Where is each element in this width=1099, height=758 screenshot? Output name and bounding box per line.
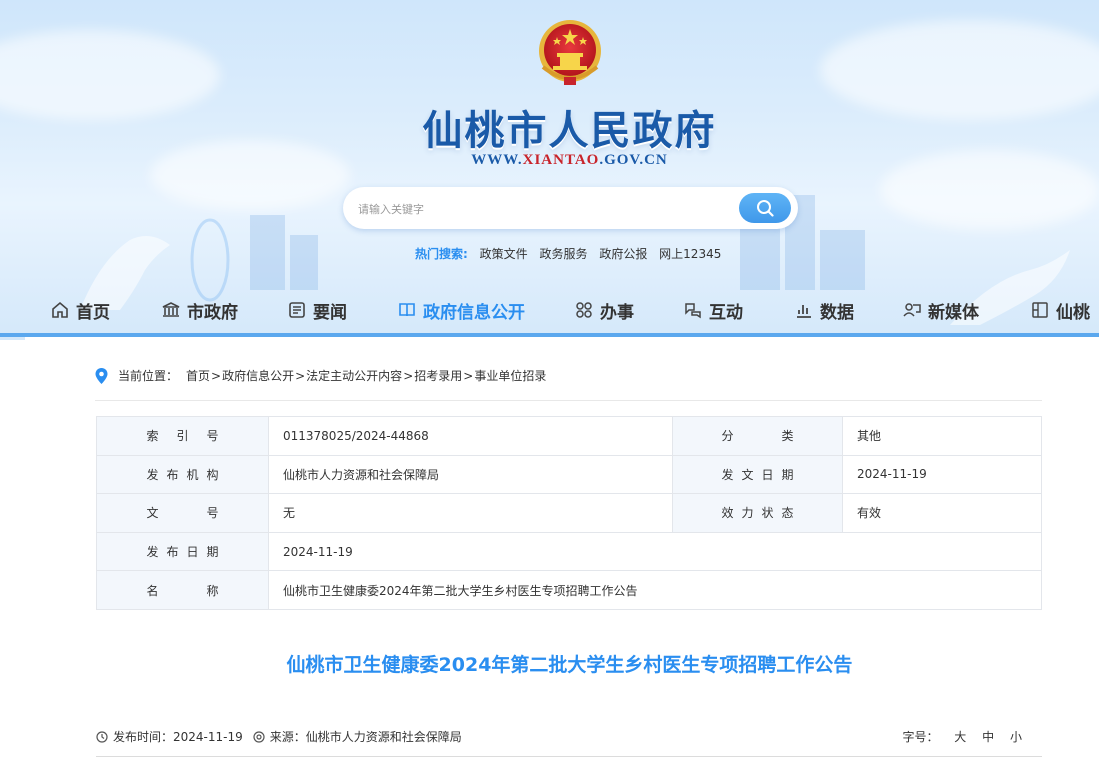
source-icon [253,730,265,743]
table-row: 索引号 011378025/2024-44868 分类 其他 [96,416,1042,456]
meta-value-name: 仙桃市卫生健康委2024年第二批大学生乡村医生专项招聘工作公告 [268,570,1042,610]
breadcrumb-link[interactable]: 事业单位招录 [474,367,546,384]
government-building-icon [162,302,180,317]
news-icon [289,302,305,318]
search-icon [757,200,774,217]
nav-item-services[interactable]: 办事 [574,292,634,328]
meta-value-pub-date: 2024-11-19 [268,531,1042,572]
meta-label-status: 效力状态 [672,493,843,533]
article-title: 仙桃市卫生健康委2024年第二批大学生乡村医生专项招聘工作公告 [286,654,853,676]
publish-time-value: 2024-11-19 [173,729,243,744]
location-pin-icon [95,367,108,384]
nav-item-label: 办事 [600,302,634,323]
breadcrumb-divider [95,400,1042,401]
decor-building [740,220,780,290]
nav-item-label: 仙桃 [1056,302,1090,323]
document-meta-table: 索引号 011378025/2024-44868 分类 其他 发布机构 仙桃市人… [96,416,1042,610]
site-url-domain: XIANTAO [522,152,600,168]
hot-search-label: 热门搜索: [415,247,468,261]
site-url-prefix: WWW. [471,152,523,168]
breadcrumb-link[interactable]: 政府信息公开 [222,367,294,384]
table-row: 文号 无 效力状态 有效 [96,493,1042,533]
meta-value-category: 其他 [842,416,1042,456]
book-icon [399,303,415,317]
nav-item-label: 数据 [820,302,854,323]
hot-search-link[interactable]: 政策文件 [480,247,528,261]
breadcrumb-separator: > [211,368,222,383]
nav-item-label: 政府信息公开 [423,302,525,323]
meta-label-name: 名称 [96,570,269,610]
article-meta-divider [96,756,1042,757]
site-url-suffix: .GOV.CN [599,152,668,168]
search-box [343,187,798,229]
source-label: 来源： [269,730,306,744]
site-url[interactable]: WWW.XIANTAO.GOV.CN [0,152,1099,169]
meta-value-index: 011378025/2024-44868 [268,416,673,456]
hot-search-link[interactable]: 政务服务 [539,247,587,261]
breadcrumb-link[interactable]: 首页 [186,367,210,384]
national-emblem-icon [539,20,601,85]
nav-item-label: 首页 [76,302,110,323]
breadcrumb-separator: > [463,368,474,383]
meta-label-doc-no: 文号 [96,493,269,533]
breadcrumb-prefix: 当前位置： [118,369,179,383]
meta-label-pub-date: 发布日期 [96,531,269,572]
breadcrumb: 当前位置： 首页 > 政府信息公开 > 法定主动公开内容 > 招考录用 > 事业单位招录 [95,367,546,384]
search-input[interactable] [358,196,728,222]
media-icon [903,303,921,317]
table-row: 名称 仙桃市卫生健康委2024年第二批大学生乡村医生专项招聘工作公告 [96,570,1042,610]
nav-item-government[interactable]: 市政府 [161,292,238,328]
nav-item-news[interactable]: 要闻 [287,292,347,328]
table-row: 发布机构 仙桃市人力资源和社会保障局 发文日期 2024-11-19 [96,454,1042,495]
nav-item-data[interactable]: 数据 [794,292,854,328]
breadcrumb-link[interactable]: 招考录用 [414,367,462,384]
chart-icon [797,305,811,318]
nav-item-interaction[interactable]: 互动 [683,292,743,328]
meta-label-category: 分类 [672,416,843,456]
hot-search-link[interactable]: 政府公报 [599,247,647,261]
site-header: 仙桃市人民政府 WWW.XIANTAO.GOV.CN 热门搜索: 政策文件 政务… [0,0,1099,340]
font-size-small-button[interactable]: 小 [1010,730,1022,744]
search-button[interactable] [739,193,791,223]
nav-item-home[interactable]: 首页 [50,292,110,328]
meta-value-status: 有效 [842,493,1042,533]
decor-building [820,230,865,290]
site-title: 仙桃市人民政府 [422,107,717,154]
font-size-label: 字号： [902,730,939,744]
article-meta: 发布时间： 2024-11-19 来源： 仙桃市人力资源和社会保障局 字号： 大… [96,728,1042,748]
publish-time-label: 发布时间： [113,730,174,744]
services-icon [576,302,592,318]
hot-search: 热门搜索: 政策文件 政务服务 政府公报 网上12345 [415,245,721,262]
city-icon [1032,302,1048,318]
decor-building [290,235,318,290]
nav-item-new-media[interactable]: 新媒体 [902,292,979,328]
nav-item-gov-info[interactable]: 政府信息公开 [397,292,525,328]
clock-icon [96,730,108,743]
nav-item-label: 市政府 [187,302,238,323]
font-size-switcher: 字号： 大 中 小 [902,728,1022,745]
interaction-icon [685,303,701,319]
nav-item-label: 新媒体 [928,302,979,323]
home-icon [52,301,68,318]
meta-label-issuer: 发布机构 [96,454,269,495]
nav-item-label: 要闻 [313,302,347,323]
nav-item-label: 互动 [709,302,743,323]
meta-value-doc-date: 2024-11-19 [842,454,1042,495]
main-nav: 首页 市政府 要闻 政府信息公开 办事 互动 数据 新媒体 仙桃 [0,292,1099,328]
table-row: 发布日期 2024-11-19 [96,531,1042,572]
meta-label-doc-date: 发文日期 [672,454,843,495]
nav-item-xiantao[interactable]: 仙桃 [1030,292,1090,328]
font-size-medium-button[interactable]: 中 [982,730,994,744]
breadcrumb-link[interactable]: 法定主动公开内容 [306,367,402,384]
meta-value-doc-no: 无 [268,493,673,533]
hot-search-link[interactable]: 网上12345 [659,247,721,261]
decor-building [250,215,285,290]
breadcrumb-separator: > [295,368,306,383]
source-value: 仙桃市人力资源和社会保障局 [305,730,462,744]
meta-value-issuer: 仙桃市人力资源和社会保障局 [268,454,673,495]
meta-label-index: 索引号 [96,416,269,456]
font-size-large-button[interactable]: 大 [954,730,966,744]
breadcrumb-separator: > [403,368,414,383]
article-info: 发布时间： 2024-11-19 来源： 仙桃市人力资源和社会保障局 [96,728,462,745]
